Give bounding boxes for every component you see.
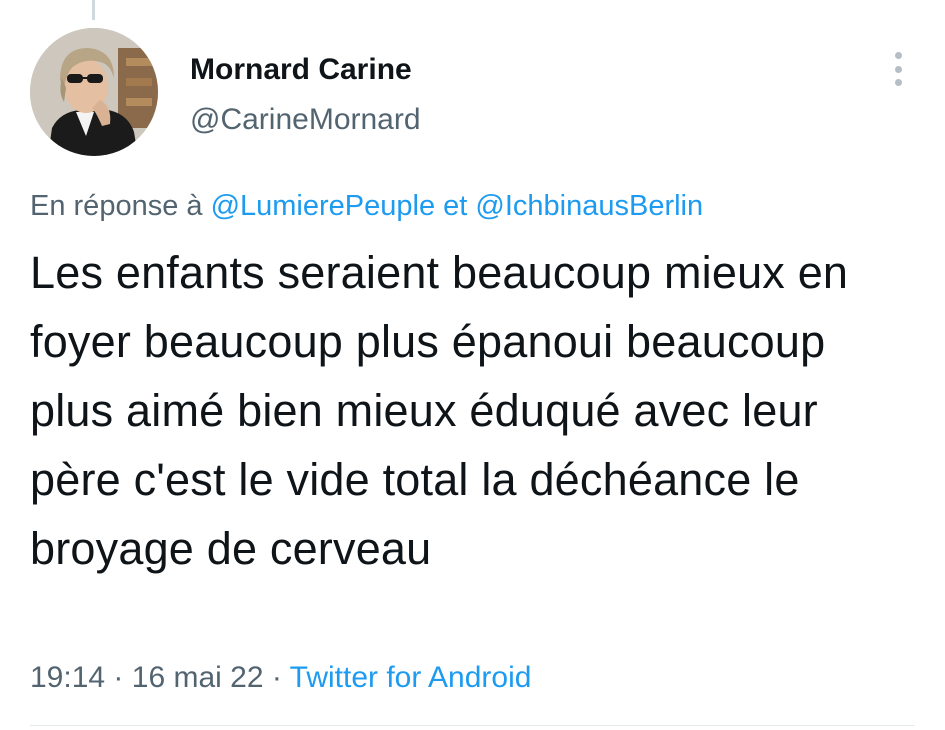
author-display-name[interactable]: Mornard Carine bbox=[190, 52, 421, 88]
reply-mention-ichbinausberlin[interactable]: @IchbinausBerlin bbox=[475, 190, 703, 222]
reply-connector: et bbox=[443, 190, 468, 222]
more-dot bbox=[894, 65, 902, 73]
avatar[interactable] bbox=[30, 28, 158, 156]
thread-connector-line bbox=[92, 0, 95, 20]
more-vertical-icon[interactable] bbox=[883, 52, 913, 86]
meta-separator: · bbox=[113, 661, 124, 694]
tweet-text: Les enfants seraient beaucoup mieux en f… bbox=[30, 247, 849, 574]
reply-mention-lumierepeuple[interactable]: @LumierePeuple bbox=[211, 190, 436, 222]
tweet-date[interactable]: 16 mai 22 bbox=[132, 661, 264, 694]
more-dot bbox=[894, 79, 902, 86]
reply-prefix: En réponse à bbox=[30, 190, 203, 222]
tweet-source[interactable]: Twitter for Android bbox=[290, 661, 532, 694]
tweet-meta: 19:14 · 16 mai 22 · Twitter for Android bbox=[30, 658, 531, 698]
avatar-photo bbox=[30, 28, 158, 156]
tweet-header: Mornard Carine @CarineMornard bbox=[30, 28, 915, 158]
tweet-time[interactable]: 19:14 bbox=[30, 661, 105, 694]
meta-separator: · bbox=[271, 661, 282, 694]
author-handle[interactable]: @CarineMornard bbox=[190, 102, 421, 138]
reply-context: En réponse à @LumierePeuple et @Ichbinau… bbox=[30, 186, 703, 226]
more-dot bbox=[894, 52, 902, 59]
tweet: Mornard Carine @CarineMornard En réponse… bbox=[0, 0, 945, 730]
author-names: Mornard Carine @CarineMornard bbox=[190, 52, 421, 138]
divider bbox=[30, 725, 915, 726]
